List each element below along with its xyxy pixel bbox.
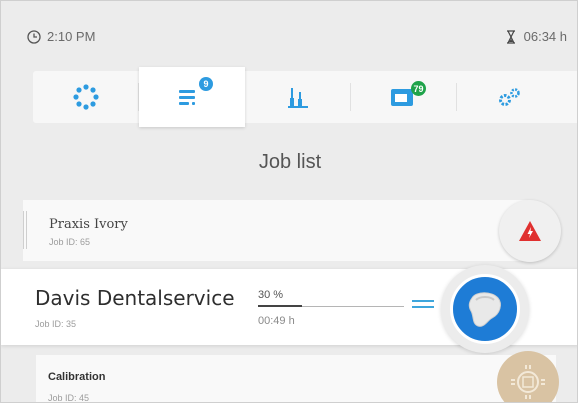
job-time: 00:49 h xyxy=(258,315,295,327)
clock: 2:10 PM xyxy=(27,29,95,44)
job-name: Praxis Ivory xyxy=(49,217,128,232)
reorder-handle-icon[interactable] xyxy=(412,300,434,314)
main-tab-bar: 9 79 xyxy=(33,67,577,127)
tab-material[interactable]: 79 xyxy=(351,71,457,123)
milling-tools-icon xyxy=(288,88,308,108)
dots-ring-icon xyxy=(73,84,99,110)
material-count-badge: 79 xyxy=(411,81,426,96)
job-id: Job ID: 45 xyxy=(48,393,90,403)
status-bar: 2:10 PM 06:34 h xyxy=(1,1,577,79)
tab-settings[interactable] xyxy=(457,71,563,123)
job-row-praxis-ivory[interactable]: Praxis Ivory Job ID: 65 xyxy=(23,200,529,261)
clock-icon xyxy=(27,29,41,44)
progress-bar xyxy=(258,305,404,307)
tab-job-list[interactable]: 9 xyxy=(139,67,245,127)
machine-screen: 2:10 PM 06:34 h 9 79 Job list Praxis Ivo… xyxy=(0,0,578,403)
job-status-button[interactable] xyxy=(441,265,529,353)
job-id: Job ID: 65 xyxy=(49,237,91,247)
job-id: Job ID: 35 xyxy=(35,319,77,329)
tab-tools[interactable] xyxy=(245,71,351,123)
tooth-icon xyxy=(468,292,501,327)
job-row-calibration[interactable]: Calibration Job ID: 45 xyxy=(36,355,556,403)
progress-percent: 30 % xyxy=(258,289,284,301)
hourglass-icon xyxy=(506,29,515,44)
current-time: 2:10 PM xyxy=(47,29,96,44)
calibration-icon xyxy=(511,365,545,399)
tab-dashboard[interactable] xyxy=(33,71,139,123)
gears-icon xyxy=(499,88,520,106)
warning-icon xyxy=(519,221,541,241)
drag-handle[interactable] xyxy=(23,211,27,249)
job-count-badge: 9 xyxy=(199,77,213,91)
page-title: Job list xyxy=(258,151,322,173)
job-name: Calibration xyxy=(48,371,106,383)
job-name: Davis Dentalservice xyxy=(35,286,235,310)
remaining-time: 06:34 h xyxy=(506,29,567,44)
job-alert-button[interactable] xyxy=(499,200,561,262)
progress-fill xyxy=(258,305,302,307)
timer-value: 06:34 h xyxy=(523,29,567,44)
